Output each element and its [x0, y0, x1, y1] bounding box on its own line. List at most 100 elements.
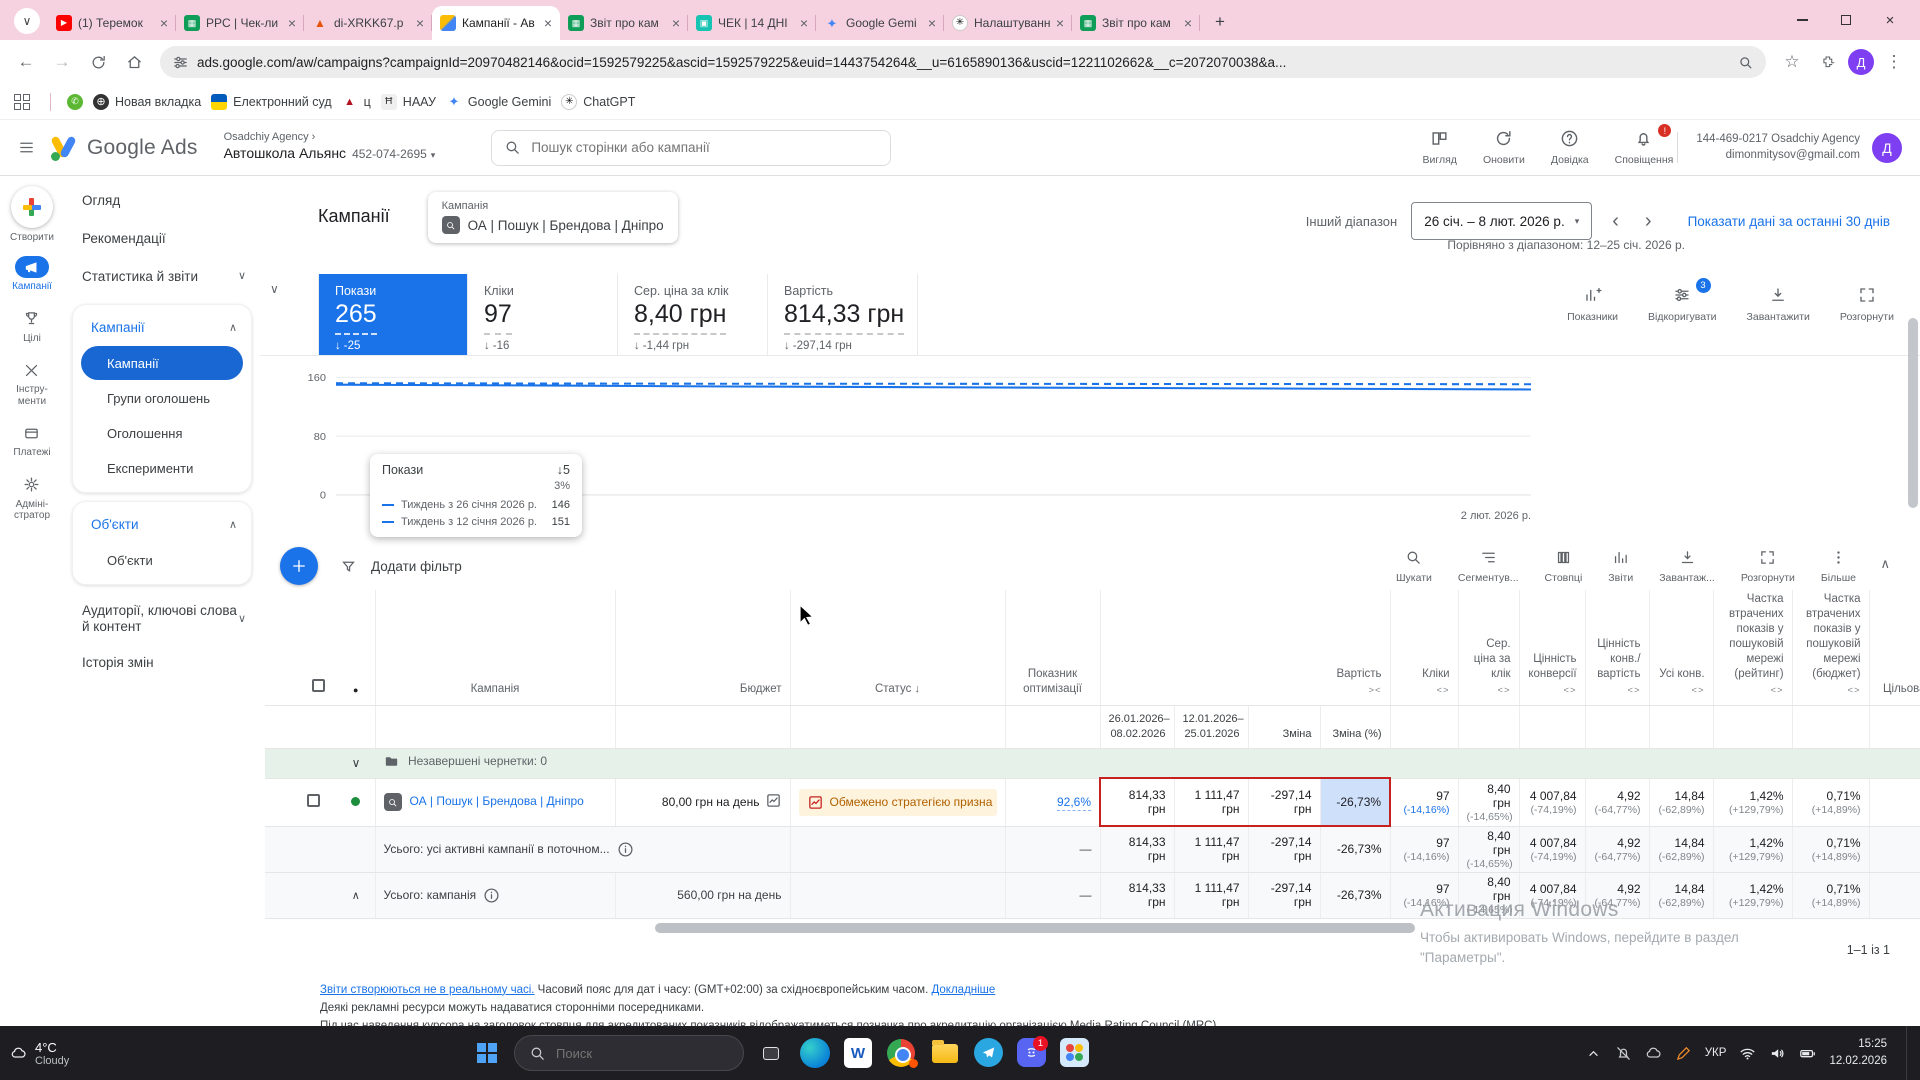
nav-item[interactable]: Огляд: [64, 182, 260, 220]
bookmark-item[interactable]: Новая вкладка: [93, 94, 201, 110]
chrome-icon[interactable]: [884, 1036, 918, 1070]
show-last-30-days-link[interactable]: Показати дані за останні 30 днів: [1688, 214, 1890, 229]
tab-close-icon[interactable]: ×: [1056, 15, 1064, 31]
campaign-row[interactable]: ОА | Пошук | Брендова | Дніпро 80,00 грн…: [265, 778, 1920, 826]
column-status[interactable]: Статус ↓: [790, 590, 1005, 705]
nav-group-header[interactable]: Кампанії∧: [73, 309, 251, 345]
metric-card-Покази[interactable]: Покази265↓-25: [318, 274, 468, 355]
rail-item-tools[interactable]: Інстру- менти: [15, 359, 49, 407]
bookmark-item[interactable]: НААУ: [381, 94, 436, 110]
nav-item[interactable]: Статистика й звіти∨: [64, 258, 260, 296]
collapse-table-icon[interactable]: ∧: [1880, 556, 1890, 572]
header-action-help[interactable]: Довідка: [1551, 129, 1589, 166]
add-filter-label[interactable]: Додати фільтр: [371, 559, 462, 574]
window-minimize-button[interactable]: [1780, 0, 1824, 40]
bookmark-item[interactable]: Google Gemini: [446, 94, 551, 110]
bookmark-item[interactable]: ChatGPT: [561, 94, 635, 110]
budget-value[interactable]: 80,00 грн на день: [662, 795, 760, 809]
add-campaign-button[interactable]: [280, 547, 318, 585]
forward-button[interactable]: →: [46, 46, 78, 78]
browser-profile-avatar[interactable]: Д: [1848, 49, 1874, 75]
column-lost-is-budget[interactable]: Частка втрачених показів у пошуковій мер…: [1792, 590, 1869, 705]
account-selector[interactable]: Osadchiy Agency › Автошкола Альянс452-07…: [224, 131, 436, 165]
prev-range-button[interactable]: ‹: [1606, 210, 1625, 233]
nav-subitem[interactable]: Кампанії: [81, 346, 243, 380]
bid-strategy-icon[interactable]: [765, 792, 782, 812]
nav-subitem[interactable]: Експерименти: [81, 451, 243, 485]
chart-tool-adjust[interactable]: 3Відкоригувати: [1648, 286, 1717, 323]
hidden-icons-chevron[interactable]: [1585, 1045, 1602, 1062]
taskbar-search[interactable]: [514, 1035, 744, 1071]
table-tool-reports[interactable]: Звіти: [1608, 549, 1633, 584]
show-desktop-button[interactable]: [1906, 1026, 1910, 1080]
column-all-conv[interactable]: Усі конв.<>: [1649, 590, 1713, 705]
zoom-icon[interactable]: [1737, 54, 1754, 71]
site-settings-icon[interactable]: [172, 54, 189, 71]
nav-subitem[interactable]: Оголошення: [81, 416, 243, 450]
onedrive-icon[interactable]: [1645, 1045, 1662, 1062]
reload-button[interactable]: [82, 46, 114, 78]
browser-tab[interactable]: Налаштуванн×: [944, 6, 1072, 40]
info-icon[interactable]: [617, 841, 634, 858]
rail-item-megaphone[interactable]: Кампанії: [12, 256, 52, 293]
browser-tab[interactable]: PPC | Чек-ли×: [176, 6, 304, 40]
select-all-checkbox[interactable]: [265, 590, 337, 705]
chart-tool-download[interactable]: Завантажити: [1747, 286, 1810, 323]
task-view-icon[interactable]: [754, 1036, 788, 1070]
word-icon[interactable]: W: [844, 1038, 872, 1068]
horizontal-scrollbar[interactable]: [265, 923, 1920, 933]
column-group-cost[interactable]: Вартість><: [1100, 590, 1390, 705]
chevron-up-icon[interactable]: ∧: [337, 872, 375, 918]
browser-tab[interactable]: di-XRKK67.p×: [304, 6, 432, 40]
nav-subitem[interactable]: Об'єкти: [81, 543, 243, 577]
column-lost-is-rank[interactable]: Частка втрачених показів у пошуковій мер…: [1713, 590, 1792, 705]
rail-item-gear[interactable]: Адміні- стратор: [14, 474, 50, 522]
photos-icon[interactable]: [1060, 1038, 1089, 1067]
menu-hamburger-icon[interactable]: [18, 139, 35, 156]
table-tool-columns[interactable]: Стовпці: [1545, 549, 1583, 584]
drafts-group-row[interactable]: ∨ Незавершені чернетки: 0: [265, 748, 1920, 778]
metric-card-Кліки[interactable]: Кліки97↓-16: [468, 274, 618, 355]
ads-search-input[interactable]: [531, 140, 878, 155]
ads-search-box[interactable]: [491, 130, 891, 166]
do-not-disturb-icon[interactable]: [1615, 1045, 1632, 1062]
taskbar-search-input[interactable]: [556, 1046, 729, 1061]
file-explorer-icon[interactable]: [928, 1036, 962, 1070]
create-button[interactable]: Створити: [10, 186, 54, 243]
bookmark-star-icon[interactable]: ☆: [1776, 46, 1808, 78]
campaign-context-chip[interactable]: Кампанія ОА | Пошук | Брендова | Дніпро: [428, 192, 678, 243]
tab-close-icon[interactable]: ×: [928, 15, 936, 31]
weather-widget[interactable]: 4°C Cloudy: [10, 1040, 69, 1067]
browser-menu-button[interactable]: ⋮: [1878, 46, 1910, 78]
row-checkbox[interactable]: [307, 794, 320, 807]
next-range-button[interactable]: ›: [1639, 210, 1658, 233]
chart-tool-expand[interactable]: Розгорнути: [1840, 286, 1894, 323]
metric-card-Вартість[interactable]: Вартість814,33 грн↓-297,14 грн: [768, 274, 918, 355]
column-budget[interactable]: Бюджет: [615, 590, 790, 705]
home-button[interactable]: [118, 46, 150, 78]
nav-item[interactable]: Історія змін: [64, 645, 260, 681]
status-limited-badge[interactable]: Обмежено стратегією призна: [799, 789, 997, 816]
edge-icon[interactable]: [800, 1038, 830, 1068]
bookmark-item[interactable]: [67, 94, 83, 110]
column-conv-value[interactable]: Цінність конверсії<>: [1519, 590, 1585, 705]
browser-tab[interactable]: Google Gemi×: [816, 6, 944, 40]
nav-group-header[interactable]: Об'єкти∧: [73, 506, 251, 542]
discord-icon[interactable]: 1: [1017, 1038, 1046, 1067]
column-campaign[interactable]: Кампанія: [375, 590, 615, 705]
browser-tab[interactable]: Звіт про кам×: [560, 6, 688, 40]
wifi-icon[interactable]: [1739, 1045, 1756, 1062]
battery-icon[interactable]: [1799, 1045, 1816, 1062]
telegram-icon[interactable]: [974, 1038, 1003, 1067]
table-tool-expand[interactable]: Розгорнути: [1741, 549, 1795, 584]
date-range-select[interactable]: 26 січ. – 8 лют. 2026 р. ▾: [1411, 202, 1592, 240]
table-tool-more[interactable]: Більше: [1821, 549, 1856, 584]
address-bar[interactable]: ads.google.com/aw/campaigns?campaignId=2…: [160, 46, 1766, 78]
tab-close-icon[interactable]: ×: [416, 15, 424, 31]
rail-item-trophy[interactable]: Цілі: [15, 308, 49, 345]
header-action-view[interactable]: Вигляд: [1423, 129, 1457, 166]
vertical-scrollbar[interactable]: [1908, 318, 1918, 508]
table-tool-search[interactable]: Шукати: [1396, 549, 1432, 584]
learn-more-link[interactable]: Докладніше: [931, 984, 995, 996]
extensions-icon[interactable]: [1812, 46, 1844, 78]
